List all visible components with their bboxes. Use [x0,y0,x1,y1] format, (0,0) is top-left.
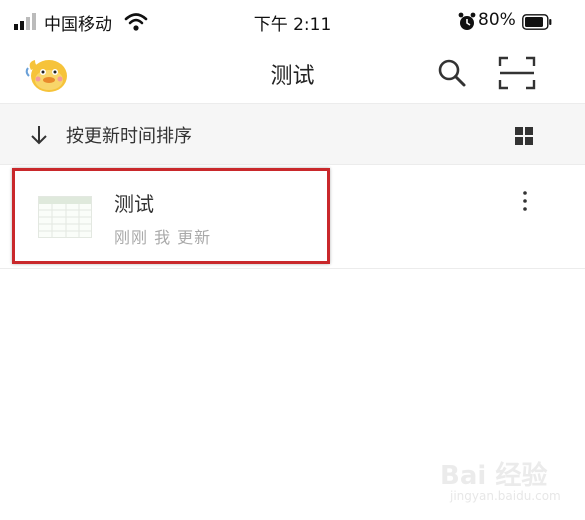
watermark-logo: Bai 经验 [440,461,548,491]
status-bar: 中国移动 下午 2:11 80% [0,0,585,46]
more-vertical-icon[interactable] [517,190,533,212]
alarm-icon [458,12,476,30]
battery-percentage: 80% [478,10,516,30]
sort-label[interactable]: 按更新时间排序 [66,122,192,148]
battery-icon [522,14,552,30]
nav-bar: 测试 [0,46,585,102]
watermark: Bai 经验 jingyan.baidu.com [430,455,570,515]
list-item[interactable]: 测试 刚刚 我 更新 [0,164,585,269]
watermark-url: jingyan.baidu.com [450,489,561,503]
sort-arrow-down-icon [31,126,47,145]
scan-icon[interactable] [498,56,536,90]
highlight-box [12,168,330,264]
search-icon[interactable] [437,58,467,88]
grid-view-icon[interactable] [514,126,534,146]
sort-bar[interactable]: 按更新时间排序 [0,103,585,165]
